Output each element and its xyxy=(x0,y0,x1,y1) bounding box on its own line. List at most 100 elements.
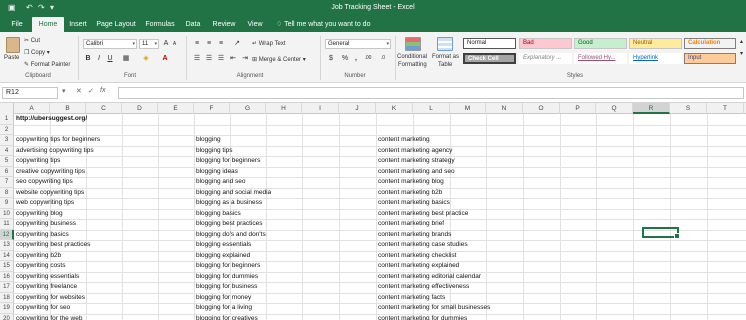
align-left-icon[interactable]: ☰ xyxy=(192,54,202,63)
cell-k15[interactable]: content marketing explained xyxy=(376,261,459,272)
cell-a18[interactable]: copywriting for websites xyxy=(14,293,85,304)
select-all-corner[interactable] xyxy=(0,103,14,114)
style-normal[interactable]: Normal xyxy=(463,38,516,49)
style-followed-hyperlink[interactable]: Followed Hy... xyxy=(574,53,627,64)
row-header-7[interactable]: 7 xyxy=(0,177,14,188)
chevron-down-icon[interactable]: ▾ xyxy=(738,50,745,59)
column-header-c[interactable]: C xyxy=(86,103,122,114)
cell-k16[interactable]: content marketing editorial calendar xyxy=(376,272,481,283)
conditional-formatting-label-2[interactable]: Formatting xyxy=(398,62,427,68)
cell-a10[interactable]: copywriting blog xyxy=(14,209,63,220)
font-family-select[interactable]: Calibri ▾ xyxy=(83,39,137,49)
column-header-q[interactable]: Q xyxy=(596,103,633,114)
font-color-icon[interactable]: A xyxy=(160,54,170,63)
cell-a9[interactable]: web copywriting tips xyxy=(14,198,74,209)
cell-f6[interactable]: blogging ideas xyxy=(194,167,238,178)
style-neutral[interactable]: Neutral xyxy=(629,38,682,49)
column-header-k[interactable]: K xyxy=(376,103,413,114)
cell-a20[interactable]: copywriting for the web xyxy=(14,314,82,320)
comma-button[interactable]: , xyxy=(352,54,360,63)
cell-k8[interactable]: content marketing b2b xyxy=(376,188,442,199)
tab-formulas[interactable]: Formulas xyxy=(143,17,177,32)
cancel-icon[interactable]: ✕ xyxy=(76,87,82,95)
cell-a13[interactable]: copywriting best practices xyxy=(14,240,90,251)
style-check-cell[interactable]: Check Cell xyxy=(463,53,516,64)
column-header-b[interactable]: B xyxy=(50,103,86,114)
chevron-up-icon[interactable]: ▴ xyxy=(738,38,745,47)
cell-f13[interactable]: blogging essentials xyxy=(194,240,251,251)
column-header-g[interactable]: G xyxy=(230,103,266,114)
cell-a8[interactable]: website copywriting tips xyxy=(14,188,84,199)
tab-page-layout[interactable]: Page Layout xyxy=(94,17,138,32)
worksheet-grid[interactable]: ABCDEFGHIJKLMNOPQRST 1 2 3 4 5 6 7 8 9 10 11 12 13 14… xyxy=(0,103,746,320)
column-header-l[interactable]: L xyxy=(413,103,450,114)
format-painter-button[interactable]: ✎ Format Painter xyxy=(24,61,70,68)
cell-f15[interactable]: blogging for beginners xyxy=(194,261,260,272)
wrap-text-button[interactable]: ↵ Wrap Text xyxy=(252,40,286,47)
cell-k11[interactable]: content marketing brief xyxy=(376,219,444,230)
align-top-icon[interactable]: ≡ xyxy=(192,39,202,48)
cell-a11[interactable]: copywriting business xyxy=(14,219,76,230)
font-size-select[interactable]: 11 ▾ xyxy=(139,39,159,49)
tab-review[interactable]: Review xyxy=(210,17,238,32)
row-header-2[interactable]: 2 xyxy=(0,124,14,135)
row-header-16[interactable]: 16 xyxy=(0,271,14,282)
row-header-19[interactable]: 19 xyxy=(0,303,14,314)
cell-f14[interactable]: blogging explained xyxy=(194,251,250,262)
increase-decimal-button[interactable]: .00 xyxy=(362,54,374,63)
row-header-5[interactable]: 5 xyxy=(0,156,14,167)
align-center-icon[interactable]: ☰ xyxy=(204,54,214,63)
style-hyperlink[interactable]: Hyperlink xyxy=(629,53,682,64)
formula-input[interactable] xyxy=(118,87,744,99)
decrease-indent-icon[interactable]: ⇤ xyxy=(228,54,238,63)
cell-a15[interactable]: copywriting costs xyxy=(14,261,66,272)
align-middle-icon[interactable]: ≡ xyxy=(204,39,214,48)
cell-f20[interactable]: blogging for creatives xyxy=(194,314,258,320)
style-bad[interactable]: Bad xyxy=(519,38,572,49)
row-header-3[interactable]: 3 xyxy=(0,135,14,146)
cell-f17[interactable]: blogging for business xyxy=(194,282,257,293)
cell-f19[interactable]: blogging for a living xyxy=(194,303,252,314)
cell-k6[interactable]: content marketing and seo xyxy=(376,167,455,178)
row-header-1[interactable]: 1 xyxy=(0,114,14,125)
row-header-15[interactable]: 15 xyxy=(0,261,14,272)
column-header-f[interactable]: F xyxy=(194,103,230,114)
tab-data[interactable]: Data xyxy=(182,17,204,32)
tell-me-search[interactable]: ♢ Tell me what you want to do xyxy=(276,17,370,32)
active-cell-r12[interactable] xyxy=(642,226,680,239)
paste-icon[interactable] xyxy=(6,37,20,53)
row-header-14[interactable]: 14 xyxy=(0,250,14,261)
column-header-i[interactable]: I xyxy=(302,103,339,114)
orientation-icon[interactable]: ↗ xyxy=(232,39,242,48)
number-format-select[interactable]: General ▾ xyxy=(325,39,391,49)
decrease-decimal-button[interactable]: .0 xyxy=(377,54,389,63)
row-header-20[interactable]: 20 xyxy=(0,313,14,320)
cell-f5[interactable]: blogging for beginners xyxy=(194,156,260,167)
cell-f8[interactable]: blogging and social media xyxy=(194,188,271,199)
cell-a14[interactable]: copywriting b2b xyxy=(14,251,61,262)
cell-k3[interactable]: content marketing xyxy=(376,135,430,146)
cell-k5[interactable]: content marketing strategy xyxy=(376,156,455,167)
name-box[interactable]: R12 xyxy=(2,87,58,99)
column-header-d[interactable]: D xyxy=(122,103,158,114)
row-header-8[interactable]: 8 xyxy=(0,187,14,198)
shrink-font-button[interactable]: A xyxy=(171,40,178,49)
increase-indent-icon[interactable]: ⇥ xyxy=(240,54,250,63)
row-header-18[interactable]: 18 xyxy=(0,292,14,303)
row-header-13[interactable]: 13 xyxy=(0,240,14,251)
tab-view[interactable]: View xyxy=(243,17,267,32)
italic-button[interactable]: I xyxy=(95,54,103,63)
cell-k4[interactable]: content marketing agency xyxy=(376,146,452,157)
style-explanatory[interactable]: Explanatory ... xyxy=(519,53,572,64)
column-header-r[interactable]: R xyxy=(633,103,670,114)
align-right-icon[interactable]: ☰ xyxy=(216,54,226,63)
cell-f18[interactable]: blogging for money xyxy=(194,293,251,304)
cell-f9[interactable]: blogging as a business xyxy=(194,198,262,209)
style-calculation[interactable]: Calculation xyxy=(684,38,736,49)
cell-k14[interactable]: content marketing checklist xyxy=(376,251,456,262)
row-header-6[interactable]: 6 xyxy=(0,166,14,177)
cell-f11[interactable]: blogging best practices xyxy=(194,219,263,230)
cell-f4[interactable]: blogging tips xyxy=(194,146,233,157)
column-header-a[interactable]: A xyxy=(14,103,50,114)
cell-a3[interactable]: copywriting tips for beginners xyxy=(14,135,100,146)
